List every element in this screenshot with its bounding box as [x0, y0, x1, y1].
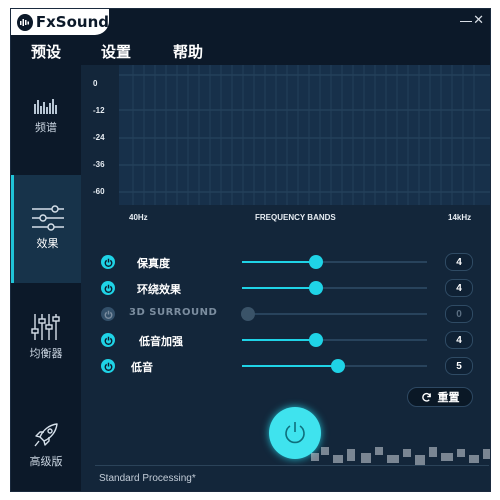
y-tick: 0: [93, 79, 98, 88]
logo-icon: [17, 13, 33, 31]
sidebar-item-spectrum[interactable]: 频谱: [11, 95, 81, 135]
slider-fill: [242, 287, 316, 289]
effect-value: 4: [445, 253, 473, 271]
effect-label: 低音加强: [139, 335, 183, 348]
effect-row-surround: 环绕效果 4: [81, 278, 490, 298]
effect-value: 5: [445, 357, 473, 375]
power-icon: [104, 284, 112, 293]
y-tick: -12: [93, 106, 105, 115]
rocket-icon: [34, 423, 58, 447]
effects-sliders-icon: [31, 205, 64, 231]
power-toggle[interactable]: [101, 307, 115, 321]
effect-label: 保真度: [137, 257, 170, 270]
menu-presets[interactable]: 预设: [31, 41, 61, 62]
sidebar-item-label: 高级版: [29, 455, 63, 468]
sidebar-item-equalizer[interactable]: 均衡器: [11, 313, 81, 361]
slider-fill: [242, 261, 316, 263]
y-tick: -60: [93, 187, 105, 196]
surround-slider[interactable]: [242, 281, 427, 295]
x-tick-low: 40Hz: [129, 213, 148, 222]
fxsound-window: FxSound ✕ 预设 设置 帮助 频谱 效果 均衡器 高级版 0 -12 -…: [10, 8, 491, 492]
slider-thumb[interactable]: [309, 281, 323, 295]
slider-thumb[interactable]: [309, 333, 323, 347]
x-axis-label: FREQUENCY BANDS: [255, 213, 336, 222]
3d-surround-slider[interactable]: [240, 307, 427, 321]
slider-thumb[interactable]: [309, 255, 323, 269]
spectrum-grid: [119, 65, 490, 205]
sidebar-item-effects[interactable]: 效果: [11, 175, 81, 283]
pixelated-watermark: [311, 447, 490, 465]
logo-text: FxSound: [35, 13, 109, 31]
power-icon: [104, 336, 112, 345]
fidelity-slider[interactable]: [242, 255, 427, 269]
power-icon: [104, 310, 112, 319]
menu-bar: 预设 设置 帮助: [11, 35, 490, 65]
effect-label: 低音: [131, 361, 153, 374]
effect-label: 3D SURROUND: [129, 307, 218, 318]
effect-value: 0: [445, 305, 473, 323]
sidebar-item-label: 均衡器: [29, 347, 63, 360]
effect-row-bass: 低音 5: [81, 356, 490, 376]
effect-row-bass-boost: 低音加强 4: [81, 330, 490, 350]
title-bar: FxSound ✕: [11, 9, 490, 35]
refresh-icon: [421, 392, 431, 402]
y-tick: -36: [93, 160, 105, 169]
status-text: Standard Processing*: [99, 473, 196, 484]
power-icon: [104, 258, 112, 267]
sidebar-item-label: 效果: [36, 237, 59, 250]
equalizer-icon: [31, 314, 60, 340]
bass-boost-slider[interactable]: [242, 333, 427, 347]
slider-fill: [242, 339, 316, 341]
sidebar: 频谱 效果 均衡器 高级版: [11, 65, 81, 491]
slider-thumb[interactable]: [240, 307, 255, 321]
power-icon: [104, 362, 112, 371]
sidebar-item-premium[interactable]: 高级版: [11, 421, 81, 469]
spectrum-icon: [34, 99, 57, 114]
bass-slider[interactable]: [242, 359, 427, 373]
power-toggle[interactable]: [101, 359, 115, 373]
power-toggle[interactable]: [101, 333, 115, 347]
effect-row-3d-surround: 3D SURROUND 0: [81, 304, 490, 324]
app-logo: FxSound: [11, 9, 109, 35]
menu-help[interactable]: 帮助: [173, 41, 203, 62]
power-toggle[interactable]: [101, 255, 115, 269]
minimize-button[interactable]: [460, 21, 472, 22]
effect-row-fidelity: 保真度 4: [81, 252, 490, 272]
reset-label: 重置: [437, 391, 460, 404]
slider-thumb[interactable]: [331, 359, 346, 373]
power-toggle[interactable]: [101, 281, 115, 295]
effect-value: 4: [445, 331, 473, 349]
slider-fill: [242, 365, 339, 367]
x-tick-high: 14kHz: [448, 213, 472, 222]
sidebar-item-label: 频谱: [35, 121, 57, 134]
close-button[interactable]: ✕: [473, 14, 484, 28]
y-tick: -24: [93, 133, 105, 142]
effects-panel: 0 -12 -24 -36 -60 40Hz FREQUENCY BANDS 1…: [81, 65, 490, 491]
power-icon: [285, 422, 305, 444]
spectrum-chart: 0 -12 -24 -36 -60 40Hz FREQUENCY BANDS 1…: [81, 65, 490, 225]
menu-settings[interactable]: 设置: [101, 41, 131, 62]
effect-label: 环绕效果: [137, 283, 181, 296]
effect-value: 4: [445, 279, 473, 297]
reset-button[interactable]: 重置: [407, 387, 473, 407]
